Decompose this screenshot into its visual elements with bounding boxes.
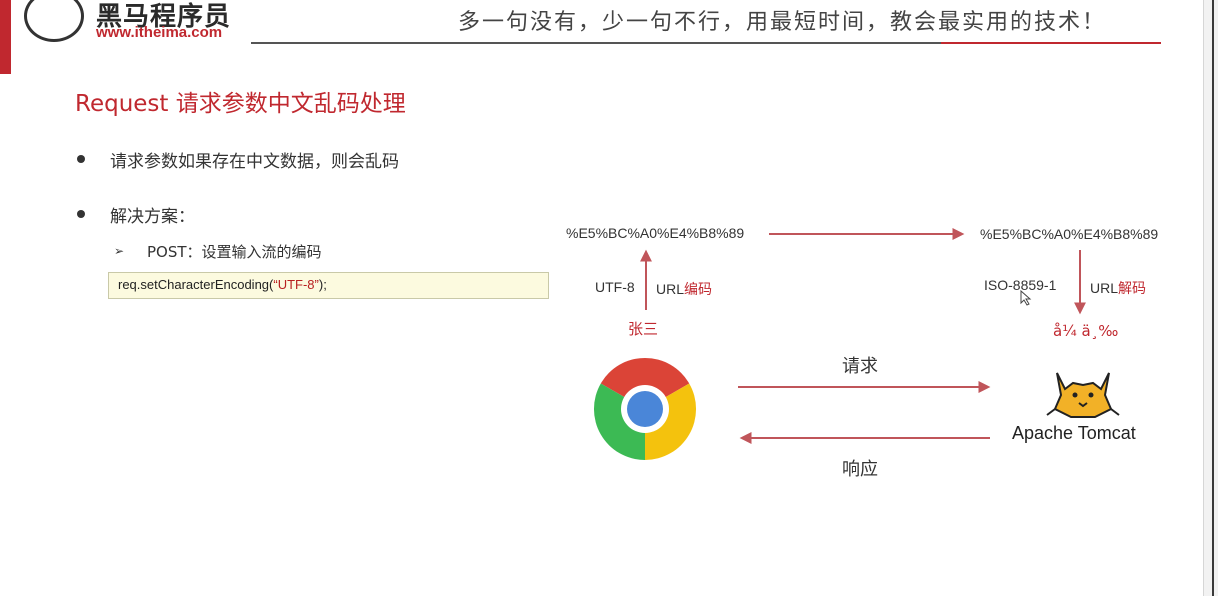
charset-left: UTF-8	[595, 279, 635, 295]
diagram-graphics	[593, 228, 1120, 461]
charset-right: ISO-8859-1	[984, 277, 1057, 293]
garbled-text: å¼ ä¸‰	[1053, 322, 1119, 340]
decode-word: 解码	[1118, 280, 1147, 296]
request-label: 请求	[842, 356, 878, 377]
server-name: Apache Tomcat	[1012, 423, 1136, 443]
mouse-cursor-icon	[1020, 289, 1032, 306]
original-text: 张三	[628, 320, 659, 338]
encode-label: URL编码	[656, 279, 712, 299]
response-label: 响应	[842, 459, 878, 480]
url-prefix: URL	[656, 281, 685, 297]
decode-label: URL解码	[1090, 278, 1146, 298]
chrome-icon	[593, 357, 697, 461]
encoded-string-left: %E5%BC%A0%E4%B8%89	[566, 225, 745, 241]
tomcat-icon	[1046, 372, 1120, 418]
url-prefix: URL	[1090, 280, 1119, 296]
encoded-string-right: %E5%BC%A0%E4%B8%89	[980, 226, 1159, 242]
encode-word: 编码	[684, 281, 713, 297]
